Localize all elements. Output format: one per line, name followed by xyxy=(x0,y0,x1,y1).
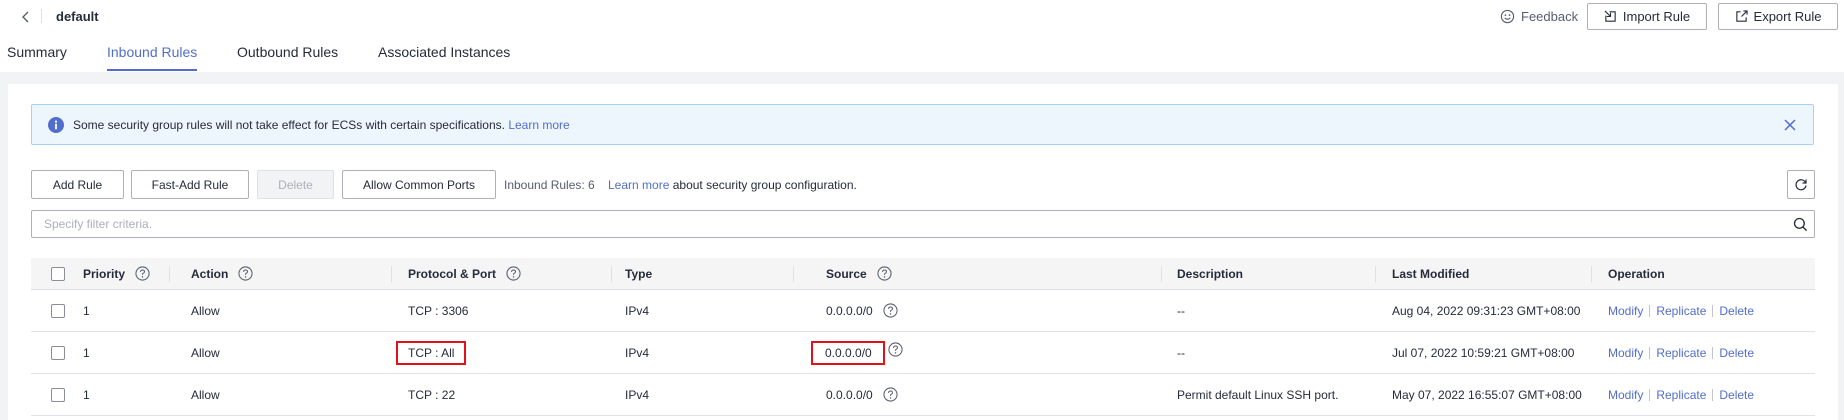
cell-action: Allow xyxy=(191,303,220,318)
row-checkbox[interactable] xyxy=(51,345,65,360)
import-rule-label: Import Rule xyxy=(1622,9,1691,24)
table-row: 1 Allow TCP : 22 IPv4 0.0.0.0/0 Permit d… xyxy=(31,374,1815,416)
tab-outbound-rules[interactable]: Outbound Rules xyxy=(237,44,338,60)
cell-source: 0.0.0.0/0 xyxy=(811,340,885,365)
toolbar-learn-more-link[interactable]: Learn more xyxy=(608,178,669,192)
banner-message: Some security group rules will not take … xyxy=(73,118,570,132)
header-description: Description xyxy=(1177,266,1244,281)
help-icon[interactable] xyxy=(877,266,892,281)
feedback-link[interactable]: Feedback xyxy=(1500,9,1578,24)
export-rule-button[interactable]: Export Rule xyxy=(1718,3,1838,30)
cell-last-modified: Aug 04, 2022 09:31:23 GMT+08:00 xyxy=(1392,303,1581,318)
add-rule-button[interactable]: Add Rule xyxy=(31,170,124,199)
cell-priority: 1 xyxy=(83,345,90,360)
refresh-icon xyxy=(1795,178,1807,190)
cell-last-modified: May 07, 2022 16:55:07 GMT+08:00 xyxy=(1392,387,1582,402)
cell-description: -- xyxy=(1177,345,1185,360)
cell-protocol-port: TCP : 3306 xyxy=(408,303,469,318)
cell-protocol-port: TCP : 22 xyxy=(408,387,456,402)
page-header: default Feedback Import Rule Export Rule xyxy=(0,0,1844,34)
help-icon[interactable] xyxy=(238,266,253,281)
help-icon[interactable] xyxy=(506,266,521,281)
close-icon[interactable] xyxy=(1783,118,1797,132)
help-icon[interactable] xyxy=(883,303,898,318)
cell-priority: 1 xyxy=(83,387,90,402)
cell-last-modified: Jul 07, 2022 10:59:21 GMT+08:00 xyxy=(1392,345,1575,360)
help-icon[interactable] xyxy=(135,266,150,281)
allow-common-ports-button[interactable]: Allow Common Ports xyxy=(342,170,496,199)
header-priority: Priority xyxy=(83,266,126,281)
rule-count: Inbound Rules: 6 xyxy=(504,178,595,192)
import-icon xyxy=(1604,10,1616,22)
banner-text: Some security group rules will not take … xyxy=(73,118,505,132)
replicate-link[interactable]: Replicate xyxy=(1656,304,1706,318)
page-title: default xyxy=(56,9,99,24)
row-checkbox[interactable] xyxy=(51,303,65,318)
tab-bar: Summary Inbound Rules Outbound Rules Ass… xyxy=(0,34,1844,72)
cell-type: IPv4 xyxy=(625,387,650,402)
cell-type: IPv4 xyxy=(625,303,650,318)
cell-action: Allow xyxy=(191,345,220,360)
import-rule-button[interactable]: Import Rule xyxy=(1587,3,1707,30)
export-rule-label: Export Rule xyxy=(1753,9,1822,24)
header-divider xyxy=(41,9,42,23)
feedback-label: Feedback xyxy=(1521,9,1579,24)
delete-link[interactable]: Delete xyxy=(1719,388,1754,402)
cell-source: 0.0.0.0/0 xyxy=(826,387,873,402)
header-operation: Operation xyxy=(1608,266,1665,281)
table-row: 1 Allow TCP : All IPv4 0.0.0.0/0 -- Jul … xyxy=(31,332,1815,374)
info-icon xyxy=(48,117,64,133)
refresh-button[interactable] xyxy=(1787,170,1815,199)
toolbar-about-text: about security group configuration. xyxy=(672,178,857,192)
cell-source: 0.0.0.0/0 xyxy=(826,303,873,318)
active-tab-indicator xyxy=(107,69,197,71)
cell-priority: 1 xyxy=(83,303,90,318)
delete-link[interactable]: Delete xyxy=(1719,346,1754,360)
toolbar-help-text: Learn more about security group configur… xyxy=(608,178,857,192)
cell-description: -- xyxy=(1177,303,1185,318)
search-icon[interactable] xyxy=(1793,217,1808,232)
export-icon xyxy=(1735,10,1748,22)
header-source: Source xyxy=(826,266,867,281)
modify-link[interactable]: Modify xyxy=(1608,304,1643,318)
header-last-modified: Last Modified xyxy=(1392,266,1470,281)
cell-description: Permit default Linux SSH port. xyxy=(1177,387,1339,402)
modify-link[interactable]: Modify xyxy=(1608,388,1643,402)
delete-link[interactable]: Delete xyxy=(1719,304,1754,318)
smiley-icon xyxy=(1500,9,1515,24)
tab-summary[interactable]: Summary xyxy=(7,44,67,60)
header-type: Type xyxy=(625,266,653,281)
filter-input[interactable] xyxy=(33,212,1783,236)
banner-learn-more-link[interactable]: Learn more xyxy=(508,118,569,132)
filter-box xyxy=(31,210,1815,238)
tab-associated-instances[interactable]: Associated Instances xyxy=(378,44,510,60)
help-icon[interactable] xyxy=(888,342,903,357)
delete-button[interactable]: Delete xyxy=(257,170,334,199)
cell-action: Allow xyxy=(191,387,220,402)
modify-link[interactable]: Modify xyxy=(1608,346,1643,360)
chevron-left-icon[interactable] xyxy=(18,9,34,25)
header-protocol-port: Protocol & Port xyxy=(408,266,497,281)
cell-protocol-port: TCP : All xyxy=(396,340,467,365)
table-row: 1 Allow TCP : 3306 IPv4 0.0.0.0/0 -- Aug… xyxy=(31,290,1815,332)
inbound-rules-table: Priority Action Protocol & Port Type Sou… xyxy=(31,258,1815,416)
tab-inbound-rules[interactable]: Inbound Rules xyxy=(107,44,197,60)
row-checkbox[interactable] xyxy=(51,387,65,402)
replicate-link[interactable]: Replicate xyxy=(1656,346,1706,360)
fast-add-rule-button[interactable]: Fast-Add Rule xyxy=(131,170,249,199)
help-icon[interactable] xyxy=(883,387,898,402)
info-banner: Some security group rules will not take … xyxy=(31,104,1814,145)
table-header-row: Priority Action Protocol & Port Type Sou… xyxy=(31,258,1815,290)
header-action: Action xyxy=(191,266,229,281)
select-all-checkbox[interactable] xyxy=(51,266,65,281)
replicate-link[interactable]: Replicate xyxy=(1656,388,1706,402)
cell-type: IPv4 xyxy=(625,345,650,360)
